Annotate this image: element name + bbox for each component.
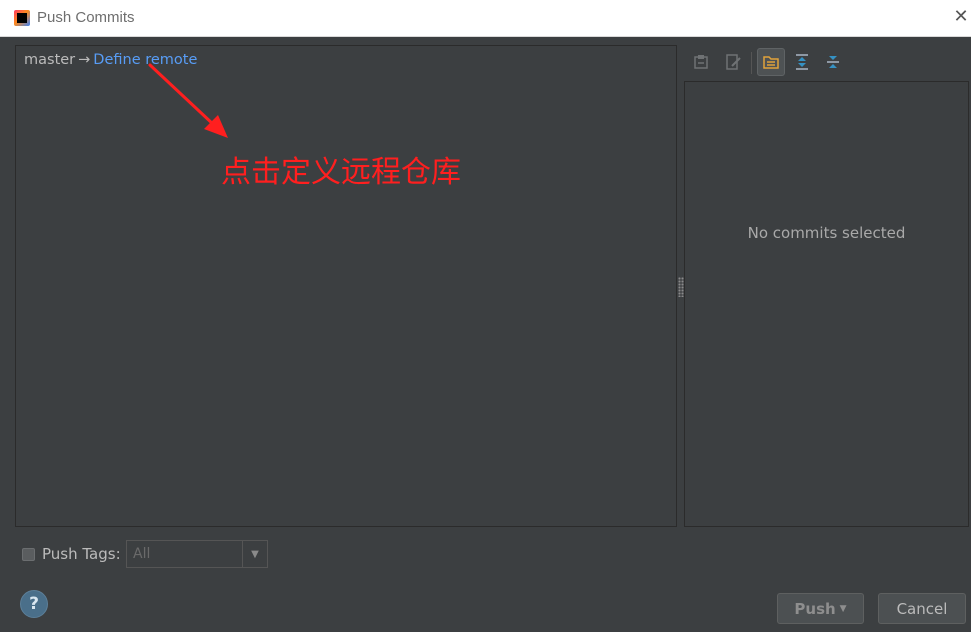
cancel-button[interactable]: Cancel	[878, 593, 966, 624]
push-button[interactable]: Push ▼	[777, 593, 864, 624]
commit-details-panel: No commits selected	[684, 81, 969, 527]
push-arrow-icon: →	[78, 52, 91, 68]
annotation-arrow-icon	[148, 63, 228, 138]
push-button-label: Push	[794, 599, 836, 618]
chevron-down-icon[interactable]: ▼	[242, 541, 267, 567]
annotation-text: 点击定义远程仓库	[221, 155, 461, 190]
help-button[interactable]: ?	[20, 590, 48, 618]
edit-source-icon[interactable]	[719, 48, 747, 76]
tags-select[interactable]: All ▼	[126, 540, 268, 568]
no-commits-message: No commits selected	[747, 224, 906, 242]
window-title: Push Commits	[37, 9, 135, 26]
chevron-down-icon: ▼	[839, 603, 847, 614]
push-tags-checkbox[interactable]	[22, 548, 35, 561]
local-branch-name: master	[24, 52, 76, 68]
push-commits-tree[interactable]: master → Define remote 点击定义远程仓库	[15, 45, 677, 527]
expand-all-icon[interactable]	[788, 48, 816, 76]
collapse-all-icon[interactable]	[819, 48, 847, 76]
close-icon[interactable]: ✕	[951, 7, 971, 27]
app-icon	[14, 10, 30, 26]
toolbar-separator	[751, 52, 752, 74]
cherry-pick-icon[interactable]	[687, 48, 715, 76]
tags-select-value: All	[133, 546, 151, 562]
group-by-folder-icon[interactable]	[757, 48, 785, 76]
push-tags-label: Push Tags:	[42, 545, 121, 563]
title-bar: Push Commits ✕	[0, 0, 971, 37]
